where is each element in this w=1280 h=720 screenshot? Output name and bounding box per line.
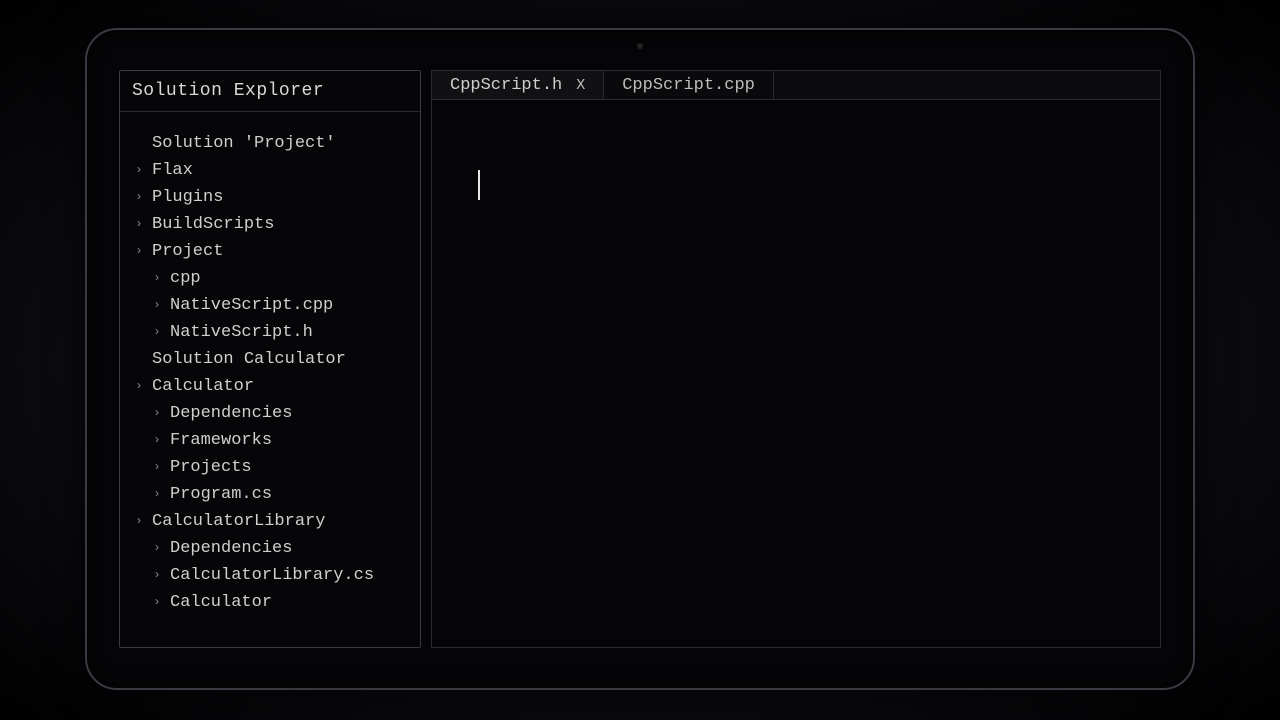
tree-item-label: Solution 'Project': [152, 130, 336, 157]
chevron-right-icon[interactable]: ›: [150, 589, 164, 616]
camera-dot: [637, 43, 643, 49]
solution-tree: ›Solution 'Project'›Flax›Plugins›BuildSc…: [120, 112, 420, 624]
tree-item[interactable]: ›Project: [128, 238, 412, 265]
solution-explorer-title: Solution Explorer: [120, 71, 420, 112]
tree-item[interactable]: ›Frameworks: [128, 427, 412, 454]
text-cursor: [478, 170, 480, 200]
chevron-right-icon[interactable]: ›: [150, 562, 164, 589]
tree-item[interactable]: ›Dependencies: [128, 400, 412, 427]
editor-tab-label: CppScript.cpp: [622, 76, 755, 95]
tree-item-label: Calculator: [170, 589, 272, 616]
editor-body[interactable]: [431, 100, 1161, 648]
ide-screen: Solution Explorer ›Solution 'Project'›Fl…: [119, 70, 1161, 648]
tree-item[interactable]: ›CalculatorLibrary.cs: [128, 562, 412, 589]
tree-item-label: Program.cs: [170, 481, 272, 508]
tree-item[interactable]: ›cpp: [128, 265, 412, 292]
tree-item[interactable]: ›CalculatorLibrary: [128, 508, 412, 535]
chevron-right-icon[interactable]: ›: [132, 238, 146, 265]
tree-item: ›Solution Calculator: [128, 346, 412, 373]
editor-tab[interactable]: CppScript.cpp: [604, 71, 774, 99]
close-icon[interactable]: X: [576, 77, 585, 94]
chevron-right-icon[interactable]: ›: [150, 454, 164, 481]
chevron-right-icon[interactable]: ›: [150, 265, 164, 292]
tree-item[interactable]: ›Calculator: [128, 589, 412, 616]
tree-item[interactable]: ›Projects: [128, 454, 412, 481]
tree-item-label: Dependencies: [170, 535, 292, 562]
tree-item[interactable]: ›Dependencies: [128, 535, 412, 562]
chevron-right-icon[interactable]: ›: [150, 535, 164, 562]
chevron-right-icon[interactable]: ›: [132, 373, 146, 400]
chevron-right-icon[interactable]: ›: [150, 292, 164, 319]
chevron-right-icon[interactable]: ›: [150, 481, 164, 508]
chevron-right-icon[interactable]: ›: [132, 184, 146, 211]
tree-item[interactable]: ›NativeScript.h: [128, 319, 412, 346]
tree-item[interactable]: ›Program.cs: [128, 481, 412, 508]
tree-item[interactable]: ›Calculator: [128, 373, 412, 400]
chevron-right-icon[interactable]: ›: [132, 211, 146, 238]
chevron-right-icon[interactable]: ›: [150, 427, 164, 454]
tree-item[interactable]: ›BuildScripts: [128, 211, 412, 238]
chevron-right-icon[interactable]: ›: [150, 319, 164, 346]
tree-item[interactable]: ›Plugins: [128, 184, 412, 211]
editor-tabbar: CppScript.h X CppScript.cpp: [431, 70, 1161, 100]
tree-item[interactable]: ›Flax: [128, 157, 412, 184]
tree-item-label: Flax: [152, 157, 193, 184]
device-frame: Solution Explorer ›Solution 'Project'›Fl…: [85, 28, 1195, 690]
tree-item-label: Plugins: [152, 184, 223, 211]
tree-item-label: CalculatorLibrary.cs: [170, 562, 374, 589]
tree-item: ›Solution 'Project': [128, 130, 412, 157]
tree-item-label: NativeScript.cpp: [170, 292, 333, 319]
editor-area: CppScript.h X CppScript.cpp: [431, 70, 1161, 648]
tree-item-label: Project: [152, 238, 223, 265]
tree-item-label: Projects: [170, 454, 252, 481]
editor-tab[interactable]: CppScript.h X: [432, 71, 604, 99]
tree-item-label: Solution Calculator: [152, 346, 346, 373]
tree-item-label: Dependencies: [170, 400, 292, 427]
tree-item-label: CalculatorLibrary: [152, 508, 325, 535]
editor-tab-label: CppScript.h: [450, 76, 562, 95]
chevron-right-icon[interactable]: ›: [150, 400, 164, 427]
tree-item[interactable]: ›NativeScript.cpp: [128, 292, 412, 319]
tree-item-label: NativeScript.h: [170, 319, 313, 346]
tree-item-label: Calculator: [152, 373, 254, 400]
solution-explorer-panel: Solution Explorer ›Solution 'Project'›Fl…: [119, 70, 421, 648]
chevron-right-icon[interactable]: ›: [132, 508, 146, 535]
chevron-right-icon[interactable]: ›: [132, 157, 146, 184]
tree-item-label: BuildScripts: [152, 211, 274, 238]
tree-item-label: cpp: [170, 265, 201, 292]
tree-item-label: Frameworks: [170, 427, 272, 454]
